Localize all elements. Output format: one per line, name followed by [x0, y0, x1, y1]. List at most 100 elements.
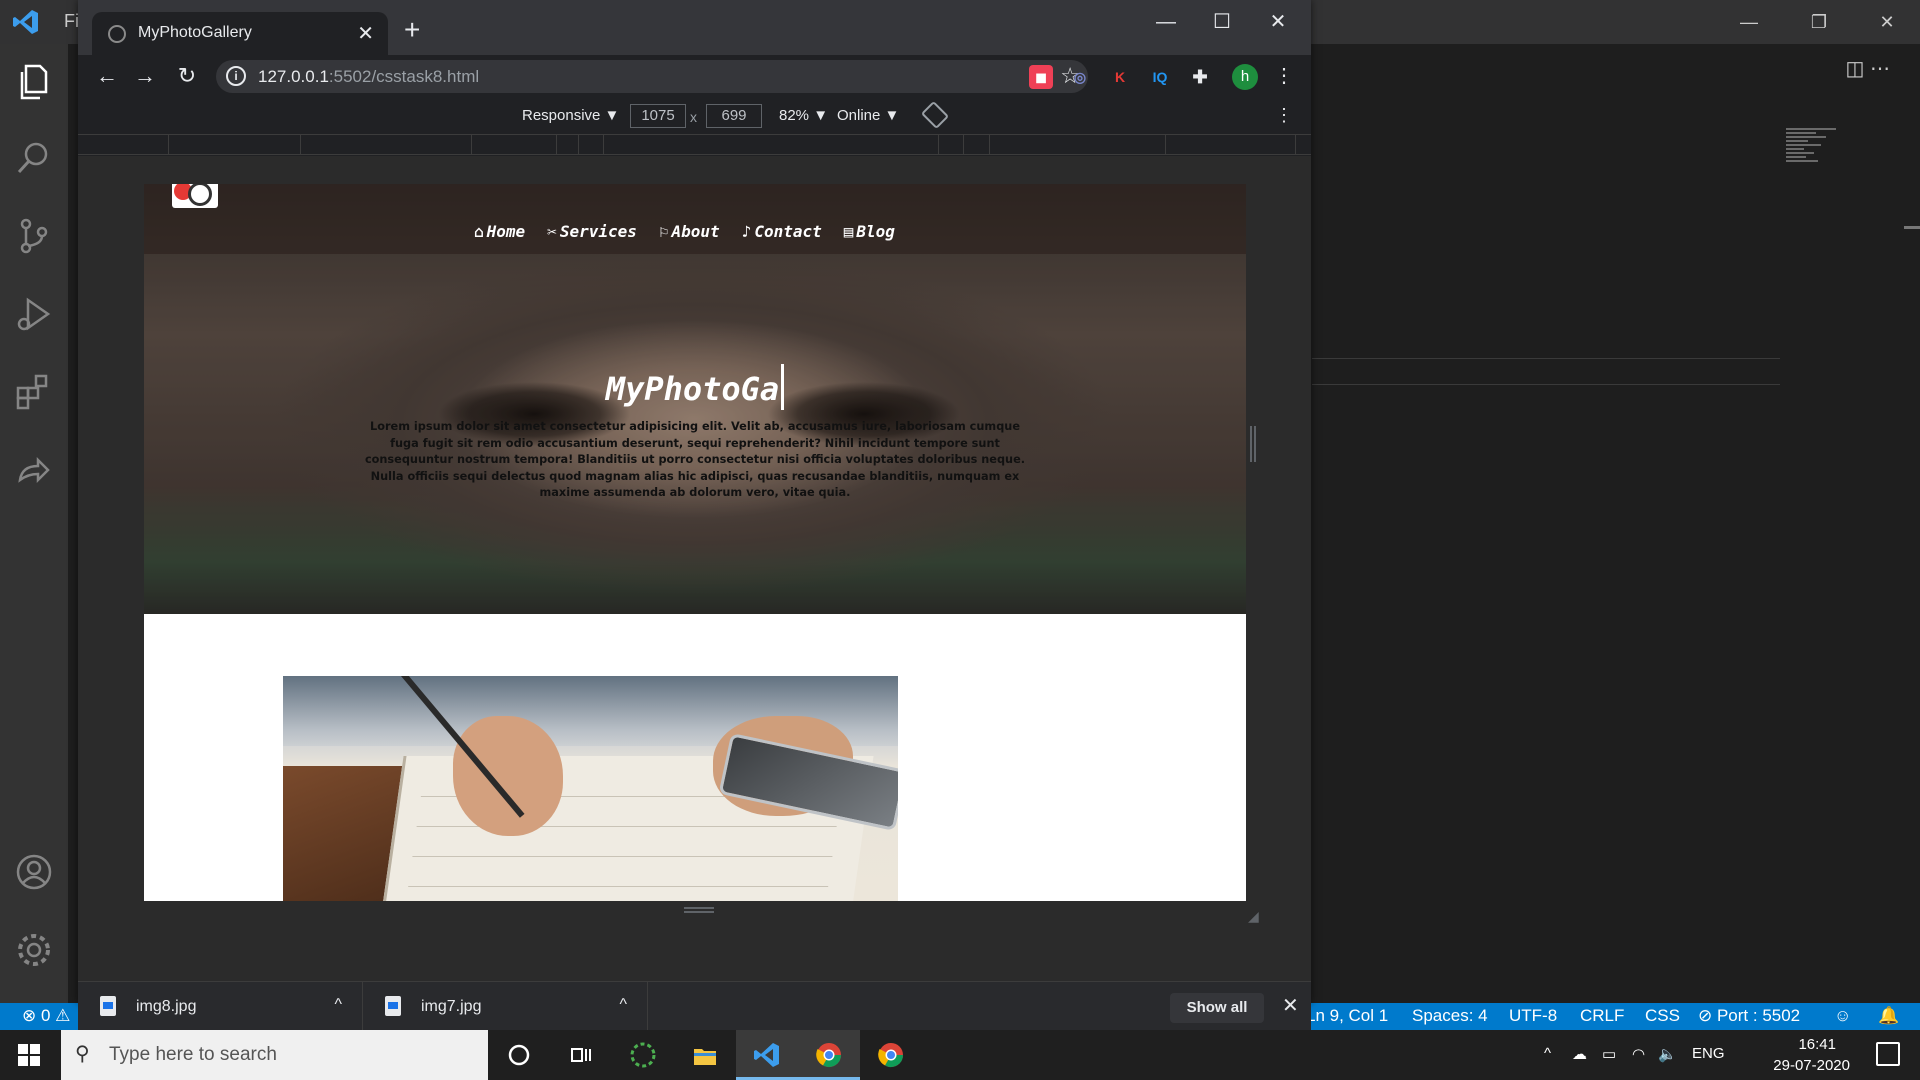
tab-strip: MyPhotoGallery ✕ + — ☐ ✕	[78, 0, 1311, 55]
url-host: 127.0.0.1	[258, 67, 329, 86]
minimap[interactable]	[1786, 128, 1856, 208]
site-logo[interactable]	[172, 184, 218, 208]
extensions-icon[interactable]	[14, 372, 54, 412]
download-item[interactable]: img8.jpg ^	[78, 982, 363, 1031]
nav-link-contact[interactable]: ♪ Contact	[742, 222, 822, 241]
viewport-height-input[interactable]: 699	[706, 104, 762, 128]
k-extension-icon[interactable]: K	[1108, 65, 1132, 89]
nav-link-about[interactable]: ⚐ About	[659, 222, 720, 241]
extensions-puzzle-icon[interactable]: ✚	[1188, 65, 1212, 89]
vscode-menu-file[interactable]: Fi	[64, 11, 79, 32]
live-server-port[interactable]: ⊘ Port : 5502	[1698, 1006, 1800, 1026]
url-text[interactable]: 127.0.0.1:5502/csstask8.html	[258, 67, 479, 87]
battery-icon[interactable]: ▭	[1602, 1045, 1616, 1063]
download-item[interactable]: img7.jpg ^	[363, 982, 648, 1031]
device-mode-select[interactable]: Responsive ▼	[522, 107, 619, 124]
viewport-resize-handle-right[interactable]	[1250, 426, 1256, 462]
activity-bar	[0, 44, 68, 1004]
device-viewport: ⌂ Home ✂ Services ⚐ About ♪ Contact ▤ Blog My…	[78, 156, 1311, 981]
tab-close-icon[interactable]: ✕	[357, 21, 374, 46]
minimize-button[interactable]: —	[1138, 4, 1194, 40]
pocket-extension-icon[interactable]: ◼	[1029, 65, 1053, 89]
image-file-icon	[385, 996, 401, 1016]
profile-avatar[interactable]: h	[1232, 64, 1258, 90]
vscode-taskbar-icon[interactable]	[736, 1030, 798, 1080]
reload-button[interactable]: ↻	[172, 61, 202, 91]
clock-time[interactable]: 16:41	[1798, 1036, 1836, 1053]
hero-title-text: MyPhotoGa	[605, 370, 780, 408]
line-ending[interactable]: CRLF	[1580, 1006, 1624, 1026]
chrome-second-taskbar-icon[interactable]	[860, 1030, 922, 1080]
viewport-resize-handle-bottom[interactable]	[684, 907, 714, 913]
file-explorer-icon[interactable]	[674, 1030, 736, 1080]
logo-ring	[188, 184, 212, 206]
site-info-icon[interactable]: i	[226, 66, 246, 86]
source-control-icon[interactable]	[14, 216, 54, 256]
language-mode[interactable]: CSS	[1645, 1006, 1680, 1026]
settings-gear-icon[interactable]	[14, 930, 54, 970]
media-query-bar[interactable]	[78, 135, 1311, 155]
chrome-taskbar-icon[interactable]	[798, 1030, 860, 1080]
forward-button[interactable]: →	[130, 61, 160, 91]
address-bar[interactable]: i 127.0.0.1:5502/csstask8.html ☆	[216, 60, 1088, 93]
home-icon: ⌂	[474, 222, 484, 241]
document-icon: ▤	[843, 222, 854, 241]
split-editor-icon[interactable]: ◫ ⋯	[1846, 56, 1890, 81]
search-icon[interactable]	[14, 138, 54, 178]
chevron-up-icon[interactable]: ^	[334, 996, 342, 1014]
volume-icon[interactable]: 🔈	[1658, 1045, 1677, 1063]
loading-app-icon[interactable]	[612, 1030, 674, 1080]
encoding[interactable]: UTF-8	[1509, 1006, 1557, 1026]
indentation[interactable]: Spaces: 4	[1412, 1006, 1488, 1026]
chrome-menu-icon[interactable]: ⋮	[1274, 63, 1294, 88]
vscode-restore-button[interactable]: ❐	[1796, 6, 1842, 38]
maximize-button[interactable]: ☐	[1194, 4, 1250, 40]
onedrive-cloud-icon[interactable]: ☁	[1572, 1045, 1587, 1063]
nav-label: Services	[559, 222, 637, 241]
download-filename: img8.jpg	[136, 998, 197, 1015]
notifications-bell-icon[interactable]: 🔔	[1878, 1006, 1899, 1026]
cortana-button[interactable]	[488, 1030, 550, 1080]
vscode-close-button[interactable]: ✕	[1864, 6, 1910, 38]
site-header	[144, 184, 1246, 254]
clock-date[interactable]: 29-07-2020	[1773, 1057, 1850, 1074]
new-tab-button[interactable]: +	[404, 16, 420, 44]
run-debug-icon[interactable]	[14, 294, 54, 334]
action-center-icon[interactable]	[1876, 1042, 1900, 1066]
problems-indicator[interactable]: ⊗ 0 ⚠	[22, 1006, 70, 1026]
editor-divider	[1312, 384, 1780, 385]
vscode-minimize-button[interactable]: —	[1726, 6, 1772, 38]
editor-scrollbar[interactable]	[1904, 226, 1920, 229]
chevron-up-icon[interactable]: ^	[1544, 1045, 1551, 1062]
zoom-select[interactable]: 82% ▼	[779, 107, 828, 124]
taskbar-search-box[interactable]: ⚲ Type here to search	[61, 1030, 488, 1080]
network-throttle-select[interactable]: Online ▼	[837, 107, 899, 124]
close-window-button[interactable]: ✕	[1250, 4, 1306, 40]
show-all-button[interactable]: Show all	[1170, 993, 1264, 1023]
viewport-width-input[interactable]: 1075	[630, 104, 686, 128]
rotate-icon[interactable]	[920, 100, 950, 130]
nav-link-blog[interactable]: ▤ Blog	[844, 222, 895, 241]
viewport-resize-corner-icon[interactable]: ◢	[1248, 908, 1259, 925]
eye-extension-icon[interactable]: ◎	[1068, 65, 1092, 89]
iq-extension-icon[interactable]: IQ	[1148, 65, 1172, 89]
live-share-icon[interactable]	[14, 450, 54, 490]
close-downloads-icon[interactable]: ✕	[1282, 993, 1299, 1018]
back-button[interactable]: ←	[92, 61, 122, 91]
feedback-icon[interactable]: ☺	[1834, 1006, 1851, 1026]
device-more-icon[interactable]: ⋮	[1275, 105, 1293, 126]
accounts-icon[interactable]	[14, 852, 54, 892]
task-view-button[interactable]	[550, 1030, 612, 1080]
image-file-icon	[100, 996, 116, 1016]
windows-taskbar: ⚲ Type here to search ^ ☁ ▭ ◠ 🔈 ENG 16:4…	[0, 1030, 1920, 1080]
cursor-position[interactable]: Ln 9, Col 1	[1306, 1006, 1388, 1026]
chevron-up-icon[interactable]: ^	[619, 996, 627, 1014]
nav-link-services[interactable]: ✂ Services	[547, 222, 637, 241]
language-indicator[interactable]: ENG	[1692, 1045, 1725, 1062]
explorer-icon[interactable]	[14, 60, 54, 100]
browser-tab[interactable]: MyPhotoGallery ✕	[92, 12, 388, 55]
wifi-icon[interactable]: ◠	[1632, 1045, 1645, 1063]
windows-start-icon[interactable]	[18, 1044, 40, 1066]
nav-link-home[interactable]: ⌂ Home	[474, 222, 525, 241]
downloads-bar: img8.jpg ^ img7.jpg ^ Show all ✕	[78, 981, 1311, 1031]
